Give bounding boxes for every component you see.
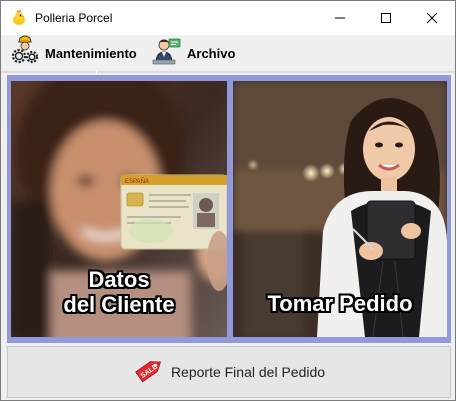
menu-mantenimiento-label: Mantenimiento (45, 45, 137, 61)
close-icon (426, 12, 438, 24)
take-order-card[interactable]: Tomar Pedido (233, 81, 447, 337)
client-data-line2: del Cliente (63, 292, 175, 317)
maximize-button[interactable] (363, 1, 409, 35)
gears-worker-icon (9, 35, 41, 72)
client-data-caption: Datos del Cliente (11, 267, 227, 317)
title-bar: Polleria Porcel (1, 1, 455, 35)
id-card-graphic: ESPAÑA (120, 174, 227, 250)
final-report-button[interactable]: SALE Reporte Final del Pedido (7, 346, 451, 398)
svg-text:ESPAÑA: ESPAÑA (125, 178, 149, 185)
file-worker-icon (151, 35, 183, 72)
menu-mantenimiento[interactable]: Mantenimiento (9, 35, 137, 71)
menu-archivo[interactable]: Archivo (151, 35, 235, 71)
final-report-label: Reporte Final del Pedido (170, 364, 326, 380)
minimize-button[interactable] (317, 1, 363, 35)
menu-bar: Mantenimiento Archivo (1, 35, 455, 77)
maximize-icon (381, 13, 391, 23)
app-window: Polleria Porcel Mantenimiento Archivo ES… (0, 0, 456, 401)
menu-archivo-label: Archivo (187, 45, 236, 61)
minimize-icon (335, 17, 345, 19)
take-order-caption: Tomar Pedido (267, 291, 413, 316)
client-data-line1: Datos (88, 267, 150, 292)
sale-tag-icon: SALE (133, 354, 165, 391)
close-button[interactable] (409, 1, 455, 35)
main-panel: ESPAÑA Datos del Cliente Tomar Pedido (7, 75, 451, 343)
window-title: Polleria Porcel (35, 11, 113, 25)
client-data-card[interactable]: ESPAÑA Datos del Cliente (11, 81, 227, 337)
chick-icon (11, 9, 27, 26)
menu-divider (1, 71, 455, 73)
